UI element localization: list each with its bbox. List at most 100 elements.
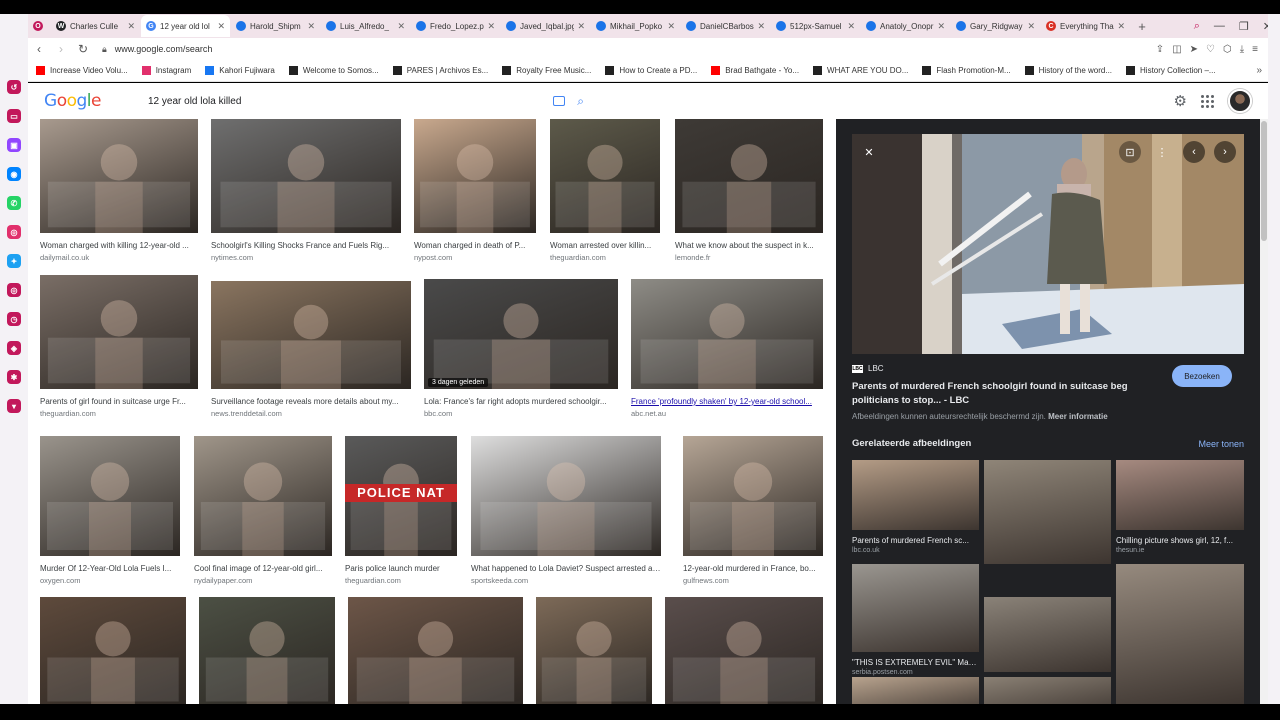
result-caption[interactable]: What happened to Lola Daviet? Suspect ar… [471, 564, 661, 573]
tab-close-icon[interactable]: ✕ [667, 21, 675, 32]
result-caption[interactable]: Woman arrested over killin... [550, 241, 660, 250]
result-caption[interactable]: What we know about the suspect in k... [675, 241, 823, 250]
bookmark-item[interactable]: Flash Promotion-M... [922, 66, 1011, 75]
search-tabs-icon[interactable]: ⌕ [1194, 20, 1200, 33]
result-source[interactable]: lemonde.fr [675, 253, 823, 262]
tab-9[interactable]: 512px-Samuel ✕ [771, 15, 860, 37]
tab-7[interactable]: Mikhail_Popko ✕ [591, 15, 680, 37]
target-icon[interactable]: ◎ [7, 283, 21, 297]
image-thumbnail[interactable] [40, 275, 198, 389]
tab-close-icon[interactable]: ✕ [1117, 21, 1125, 32]
briefcase-icon[interactable]: ▭ [7, 109, 21, 123]
bookmark-item[interactable]: How to Create a PD... [605, 66, 697, 75]
image-result-card[interactable]: Surveillance footage reveals more detail… [211, 281, 411, 418]
result-source[interactable]: gulfnews.com [683, 576, 823, 585]
clock-icon[interactable]: ◷ [7, 312, 21, 326]
instagram-icon[interactable]: ◎ [7, 225, 21, 239]
bookmark-item[interactable]: Increase Video Volu... [36, 66, 128, 75]
forward-icon[interactable]: › [50, 42, 72, 56]
image-result-card[interactable]: Schoolgirl's Killing Shocks France and F… [211, 119, 401, 262]
image-thumbnail[interactable] [550, 119, 660, 233]
related-image-card[interactable]: Parents of murdered French sc... lbc.co.u… [852, 460, 979, 554]
related-image-card[interactable]: Chilling picture shows girl, 12, f... the… [1116, 460, 1244, 554]
google-logo[interactable]: Google [44, 91, 101, 111]
image-thumbnail[interactable] [40, 597, 186, 704]
previous-icon[interactable]: ‹ [1183, 141, 1205, 163]
related-image-card[interactable] [984, 460, 1111, 564]
tab-12[interactable]: C Everything Tha ✕ [1041, 15, 1130, 37]
tab-5[interactable]: Fredo_Lopez.p ✕ [411, 15, 500, 37]
preview-image[interactable]: ✕ ⊡ ⋮ ‹ › [852, 134, 1244, 354]
image-thumbnail[interactable] [683, 436, 823, 556]
image-thumbnail[interactable] [40, 436, 180, 556]
result-source[interactable]: oxygen.com [40, 576, 180, 585]
lens-icon[interactable]: ⊡ [1119, 141, 1141, 163]
image-result-card[interactable] [199, 597, 335, 704]
search-icon[interactable]: ⌕ [577, 94, 584, 109]
result-source[interactable]: dailymail.co.uk [40, 253, 198, 262]
result-source[interactable]: theguardian.com [40, 409, 198, 418]
tab-close-icon[interactable]: ✕ [847, 21, 855, 32]
tab-close-icon[interactable]: ✕ [1027, 21, 1035, 32]
image-thumbnail[interactable] [471, 436, 661, 556]
image-thumbnail[interactable] [211, 281, 411, 389]
result-caption[interactable]: Woman charged with killing 12-year-old .… [40, 241, 198, 250]
bookmark-item[interactable]: Welcome to Somos... [288, 66, 379, 75]
visit-button[interactable]: Bezoeken [1172, 365, 1232, 387]
image-result-card[interactable] [665, 597, 823, 704]
search-box[interactable]: 12 year old lola killed ⌕ [140, 89, 590, 113]
lens-camera-icon[interactable] [553, 96, 566, 106]
heart-icon[interactable]: ♡ [1206, 44, 1215, 55]
gear-icon[interactable]: ⚙ [1174, 92, 1187, 110]
related-image-thumbnail[interactable] [852, 677, 979, 704]
related-source[interactable]: thesun.ie [1116, 547, 1244, 554]
extensions-icon[interactable]: ⬡ [1223, 44, 1232, 55]
related-image-thumbnail[interactable] [1116, 564, 1244, 704]
image-result-card[interactable]: 3 dagen geleden Lola: France's far right … [424, 279, 618, 418]
image-thumbnail[interactable] [199, 597, 335, 704]
tab-close-icon[interactable]: ✕ [757, 21, 765, 32]
whatsapp-icon[interactable]: ✆ [7, 196, 21, 210]
bookmark-item[interactable]: Royalty Free Music... [502, 66, 591, 75]
related-source[interactable]: lbc.co.uk [852, 547, 979, 554]
tab-4[interactable]: Luis_Alfredo_ ✕ [321, 15, 410, 37]
result-caption[interactable]: Surveillance footage reveals more detail… [211, 397, 411, 406]
menu-icon[interactable]: ≡ [1252, 44, 1258, 55]
result-caption[interactable]: Murder Of 12-Year-Old Lola Fuels I... [40, 564, 180, 573]
bookmark-item[interactable]: History of the word... [1024, 66, 1112, 75]
related-caption[interactable]: Parents of murdered French sc... [852, 536, 979, 545]
image-thumbnail[interactable] [348, 597, 523, 704]
image-result-card[interactable]: Woman arrested over killin... theguardian… [550, 119, 660, 262]
apps-grid-icon[interactable] [1201, 94, 1214, 108]
related-image-card[interactable] [852, 677, 979, 704]
search-input[interactable]: 12 year old lola killed [140, 96, 553, 107]
image-thumbnail[interactable] [194, 436, 332, 556]
tab-0[interactable]: O [28, 15, 50, 37]
result-source[interactable]: bbc.com [424, 409, 618, 418]
result-source[interactable]: abc.net.au [631, 409, 823, 418]
tab-close-icon[interactable]: ✕ [487, 21, 495, 32]
image-thumbnail[interactable] [675, 119, 823, 233]
minimize-icon[interactable]: — [1214, 20, 1225, 32]
image-result-card[interactable]: Cool final image of 12-year-old girl... n… [194, 436, 332, 585]
image-thumbnail[interactable]: POLICE NAT [345, 436, 457, 556]
tab-10[interactable]: Anatoly_Onopr ✕ [861, 15, 950, 37]
tab-2[interactable]: G 12 year old lol ✕ [141, 15, 230, 37]
related-caption[interactable]: Chilling picture shows girl, 12, f... [1116, 536, 1244, 545]
result-source[interactable]: news.trenddetail.com [211, 409, 411, 418]
related-image-card[interactable]: "THIS IS EXTREMELY EVIL" Macr... serbia.p… [852, 564, 979, 676]
result-caption[interactable]: Schoolgirl's Killing Shocks France and F… [211, 241, 401, 250]
bookmark-item[interactable]: WHAT ARE YOU DO... [813, 66, 908, 75]
image-result-card[interactable]: Woman charged with killing 12-year-old .… [40, 119, 198, 262]
result-source[interactable]: nydailypaper.com [194, 576, 332, 585]
tab-close-icon[interactable]: ✕ [307, 21, 315, 32]
result-caption[interactable]: 12-year-old murdered in France, bo... [683, 564, 823, 573]
twitch-icon[interactable]: ▣ [7, 138, 21, 152]
bookmark-item[interactable]: PARES | Archivos Es... [392, 66, 488, 75]
more-options-icon[interactable]: ⋮ [1151, 141, 1173, 163]
close-icon[interactable]: ✕ [858, 141, 880, 163]
tab-close-icon[interactable]: ✕ [577, 21, 585, 32]
result-caption[interactable]: Woman charged in death of P... [414, 241, 536, 250]
preview-title[interactable]: Parents of murdered French schoolgirl fo… [852, 380, 1152, 408]
show-more-link[interactable]: Meer tonen [1198, 439, 1244, 449]
